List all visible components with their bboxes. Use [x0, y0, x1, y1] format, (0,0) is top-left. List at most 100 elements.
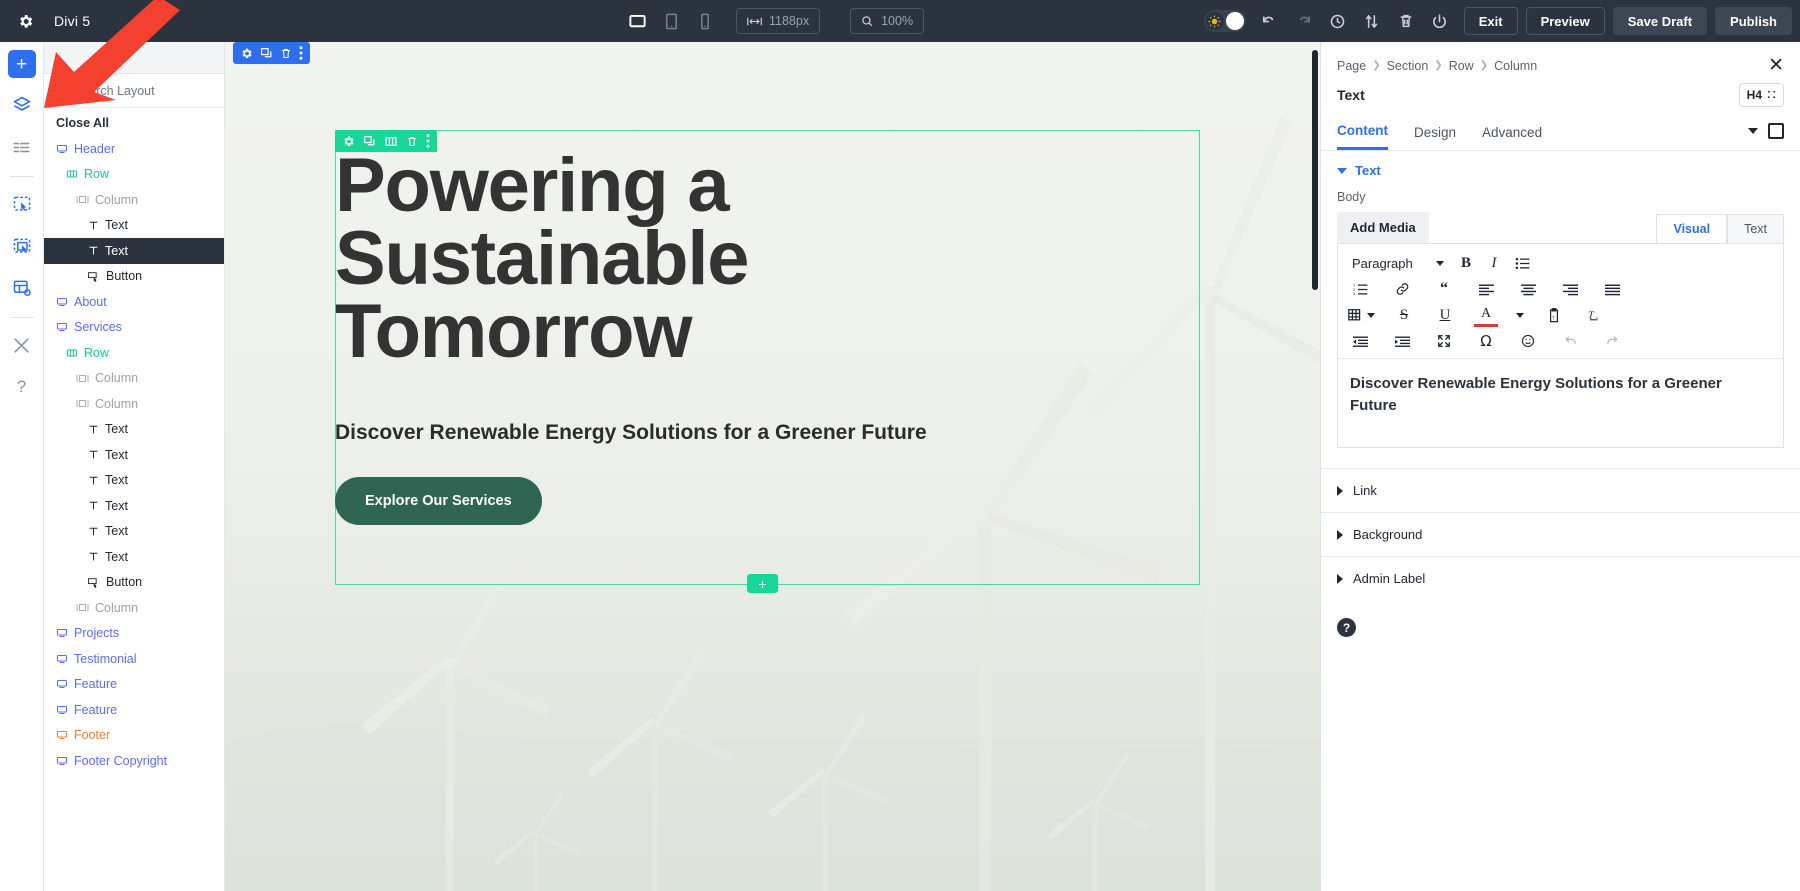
add-element-button[interactable]: +	[8, 50, 36, 78]
breadcrumb-item-column[interactable]: Column	[1494, 59, 1537, 73]
close-icon[interactable]: ✕	[1768, 56, 1784, 75]
duplicate-icon[interactable]	[363, 135, 376, 148]
table-icon[interactable]	[1348, 303, 1375, 327]
layer-item-testimonial-20[interactable]: Testimonial	[44, 646, 224, 672]
power-icon[interactable]	[1424, 5, 1456, 37]
hero-subtitle[interactable]: Discover Renewable Energy Solutions for …	[335, 421, 1215, 445]
columns-icon[interactable]	[384, 135, 398, 148]
layer-item-footer-23[interactable]: Footer	[44, 723, 224, 749]
tools-icon[interactable]	[7, 330, 37, 360]
trash-icon[interactable]	[1390, 5, 1422, 37]
help-icon[interactable]: ?	[1337, 618, 1356, 637]
format-select[interactable]: Paragraph	[1346, 256, 1450, 271]
align-center-icon[interactable]	[1516, 277, 1540, 301]
page-canvas[interactable]: Powering a Sustainable Tomorrow Discover…	[225, 42, 1320, 891]
tablet-icon[interactable]	[658, 8, 684, 34]
layer-item-footer-copyright-24[interactable]: Footer Copyright	[44, 748, 224, 774]
gear-icon[interactable]	[342, 135, 355, 148]
layer-item-feature-21[interactable]: Feature	[44, 672, 224, 698]
search-input[interactable]	[74, 84, 225, 98]
layer-item-text-3[interactable]: Text	[44, 213, 224, 239]
add-row-button[interactable]: +	[747, 574, 778, 593]
layer-item-text-15[interactable]: Text	[44, 519, 224, 545]
close-all-button[interactable]: Close All	[44, 108, 224, 136]
redo-icon[interactable]	[1600, 329, 1624, 353]
zoom-field[interactable]: 100%	[850, 8, 924, 34]
explore-our-services-button[interactable]: Explore Our Services	[335, 477, 542, 525]
undo-icon[interactable]	[1254, 5, 1286, 37]
trash-icon[interactable]	[280, 47, 292, 60]
accordion-background[interactable]: Background	[1321, 512, 1800, 556]
page-settings-icon[interactable]	[7, 273, 37, 303]
bulleted-list-icon[interactable]	[1510, 251, 1534, 275]
layer-item-projects-19[interactable]: Projects	[44, 621, 224, 647]
tab-design[interactable]: Design	[1414, 119, 1456, 149]
save-draft-button[interactable]: Save Draft	[1613, 7, 1707, 35]
underline-icon[interactable]: U	[1433, 303, 1457, 327]
help-icon[interactable]: ?	[7, 372, 37, 402]
phone-icon[interactable]	[692, 8, 718, 34]
duplicate-icon[interactable]	[260, 47, 273, 60]
responsive-square-icon[interactable]	[1768, 123, 1784, 139]
sort-updown-icon[interactable]	[1356, 5, 1388, 37]
link-icon[interactable]	[1390, 277, 1414, 301]
text-accordion-header[interactable]: Text	[1321, 151, 1800, 190]
text-color-chevron-icon[interactable]	[1515, 303, 1525, 327]
paste-as-text-icon[interactable]: T	[1542, 303, 1566, 327]
redo-icon[interactable]	[1288, 5, 1320, 37]
layer-item-row-8[interactable]: Row	[44, 340, 224, 366]
wireframe-icon[interactable]	[7, 132, 37, 162]
layer-item-text-13[interactable]: Text	[44, 468, 224, 494]
editor-mode-text[interactable]: Text	[1727, 214, 1784, 243]
layer-item-button-5[interactable]: Button	[44, 264, 224, 290]
more-vertical-icon[interactable]	[426, 134, 430, 148]
fullscreen-icon[interactable]	[1432, 329, 1456, 353]
layer-item-about-6[interactable]: About	[44, 289, 224, 315]
tab-content[interactable]: Content	[1337, 117, 1388, 150]
exit-button[interactable]: Exit	[1464, 7, 1518, 35]
layer-item-column-10[interactable]: Column	[44, 391, 224, 417]
select-element-icon[interactable]	[7, 189, 37, 219]
editor-content[interactable]: Discover Renewable Energy Solutions for …	[1338, 359, 1783, 447]
undo-icon[interactable]	[1558, 329, 1582, 353]
align-right-icon[interactable]	[1558, 277, 1582, 301]
editor-mode-visual[interactable]: Visual	[1656, 214, 1727, 243]
chevron-down-icon[interactable]	[1748, 128, 1758, 134]
indent-icon[interactable]	[1390, 329, 1414, 353]
special-character-icon[interactable]: Ω	[1474, 329, 1498, 353]
blockquote-icon[interactable]: “	[1432, 277, 1456, 301]
breadcrumb-item-page[interactable]: Page	[1337, 59, 1366, 73]
layer-item-feature-22[interactable]: Feature	[44, 697, 224, 723]
accordion-link[interactable]: Link	[1321, 468, 1800, 512]
breadcrumb-item-row[interactable]: Row	[1449, 59, 1474, 73]
trash-icon[interactable]	[406, 135, 418, 148]
outdent-icon[interactable]	[1348, 329, 1372, 353]
layer-item-button-17[interactable]: Button	[44, 570, 224, 596]
layer-item-text-14[interactable]: Text	[44, 493, 224, 519]
layer-item-text-4[interactable]: Text	[44, 238, 224, 264]
preview-button[interactable]: Preview	[1526, 7, 1605, 35]
publish-button[interactable]: Publish	[1715, 7, 1792, 35]
emoji-icon[interactable]	[1516, 329, 1540, 353]
gear-icon[interactable]	[240, 47, 253, 60]
duplicate-element-icon[interactable]	[7, 231, 37, 261]
accordion-admin-label[interactable]: Admin Label	[1321, 556, 1800, 600]
strikethrough-icon[interactable]: S	[1392, 303, 1416, 327]
layers-icon[interactable]	[7, 90, 37, 120]
canvas-scrollbar[interactable]	[1312, 50, 1318, 290]
text-color-icon[interactable]: A	[1474, 303, 1498, 327]
history-clock-icon[interactable]	[1322, 5, 1354, 37]
tab-advanced[interactable]: Advanced	[1482, 119, 1542, 149]
breadcrumb-item-section[interactable]: Section	[1387, 59, 1429, 73]
clear-formatting-icon[interactable]: Tx	[1583, 303, 1607, 327]
add-media-button[interactable]: Add Media	[1337, 212, 1429, 243]
layer-item-services-7[interactable]: Services	[44, 315, 224, 341]
hero-title[interactable]: Powering a Sustainable Tomorrow	[335, 150, 1215, 369]
layer-item-column-9[interactable]: Column	[44, 366, 224, 392]
numbered-list-icon[interactable]: 123	[1348, 277, 1372, 301]
more-vertical-icon[interactable]	[299, 46, 303, 60]
light-dark-toggle[interactable]	[1204, 10, 1246, 32]
viewport-width-field[interactable]: 1188px	[736, 8, 820, 34]
gear-icon[interactable]	[14, 10, 36, 32]
layer-item-header-0[interactable]: Header	[44, 136, 224, 162]
